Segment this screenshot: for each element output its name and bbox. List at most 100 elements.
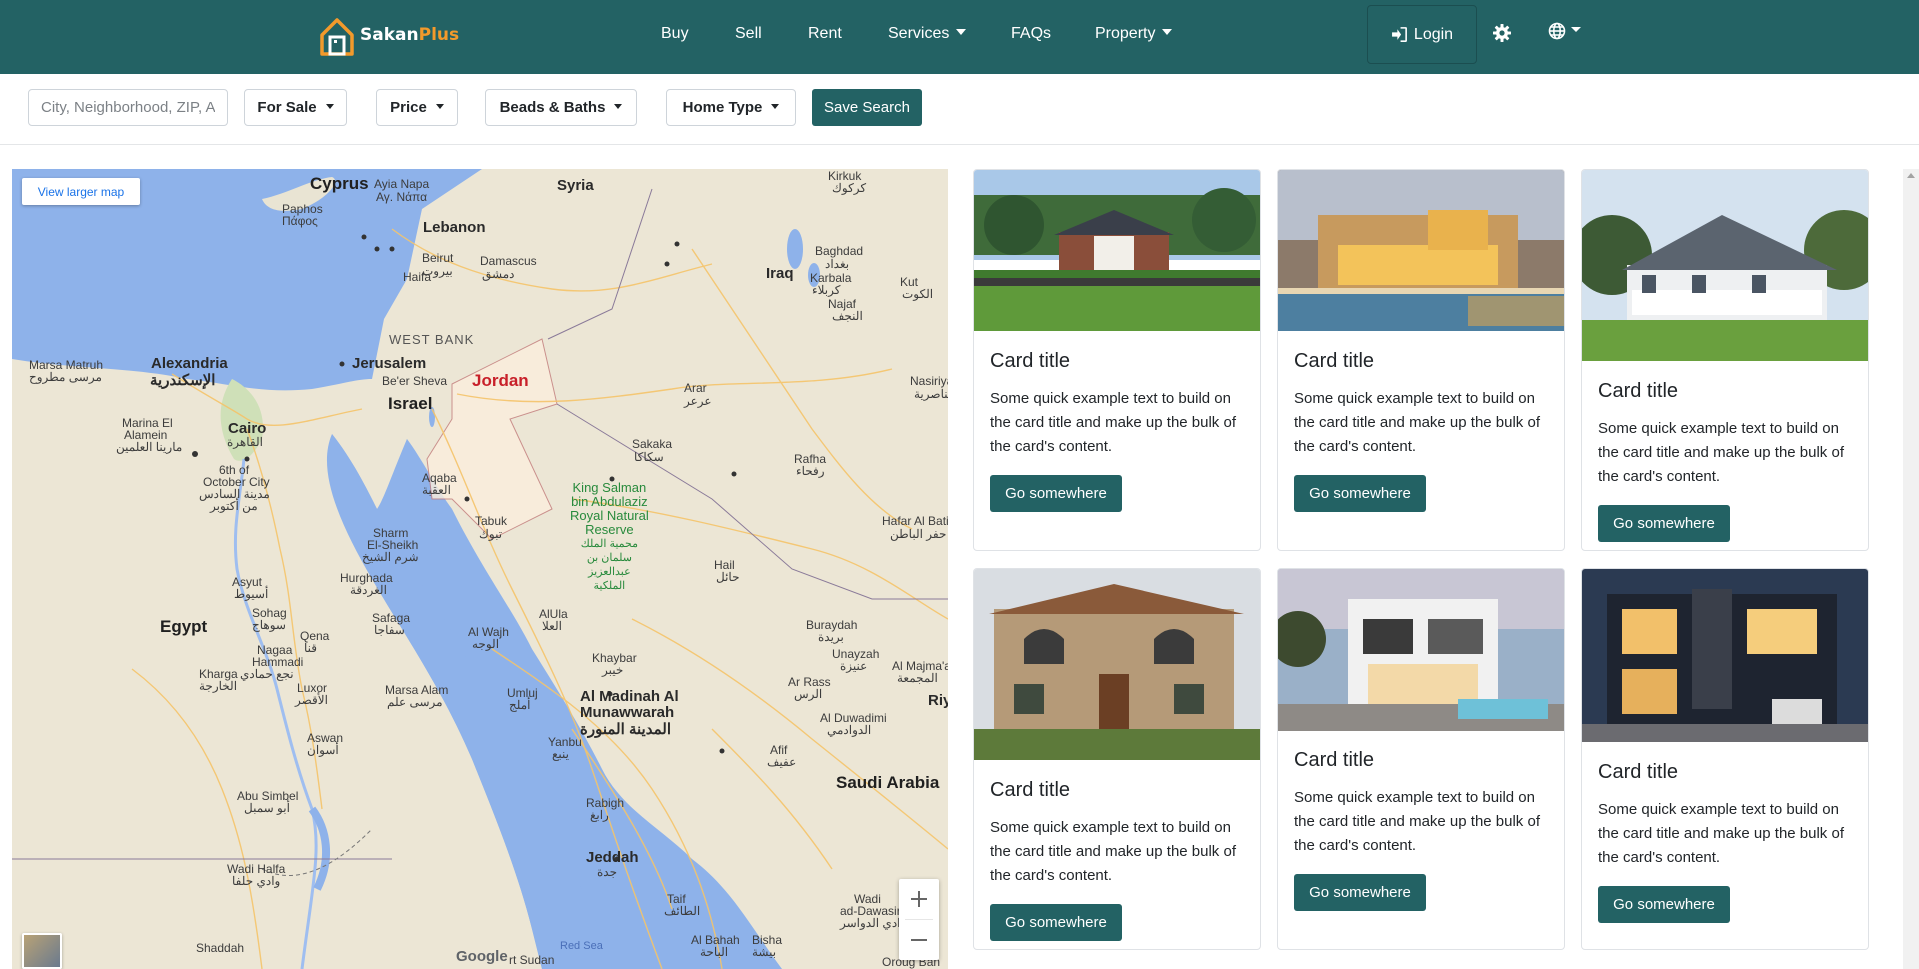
map-label-umluj-ar: أملج xyxy=(509,698,531,712)
map-label-jeddah: Jeddah xyxy=(586,849,639,866)
map-label-red-sea: Red Sea xyxy=(560,940,603,952)
card-title: Card title xyxy=(1294,350,1375,372)
nav-faqs[interactable]: FAQs xyxy=(1011,25,1051,43)
beds-baths-dropdown[interactable]: Beads & Baths xyxy=(485,89,637,126)
map-label-ayia-napa: Ayia Napa xyxy=(374,177,430,191)
map-label-baghdad-ar: بغداد xyxy=(825,257,850,271)
map-label-al-majmaah-ar: المجمعة xyxy=(897,671,938,685)
location-search-input[interactable] xyxy=(28,89,228,126)
nav-buy[interactable]: Buy xyxy=(661,25,689,43)
card-text: Some quick example text to build on the … xyxy=(1598,420,1844,485)
map-label-safaga-ar: سفاجا xyxy=(374,623,405,637)
map-label-asyut-ar: أسيوط xyxy=(234,587,269,601)
chevron-down-icon xyxy=(325,103,334,109)
map-label-alula-ar: العلا xyxy=(542,619,562,633)
map-label-marsa-alam-ar: مرسى علم xyxy=(387,695,443,709)
nav-property[interactable]: Property xyxy=(1095,25,1173,43)
map-label-ks3: Royal Natural xyxy=(570,508,649,523)
property-card: Card title Some quick example text to bu… xyxy=(1581,568,1869,950)
map-label-ar-rass-ar: الرس xyxy=(794,687,823,701)
map-label-lebanon: Lebanon xyxy=(423,219,486,236)
map-label-shaddah: Shaddah xyxy=(196,941,245,955)
house-logo-icon xyxy=(320,18,354,56)
home-type-dropdown[interactable]: Home Type xyxy=(666,89,796,126)
page-scrollbar[interactable] xyxy=(1903,169,1919,969)
card-title: Card title xyxy=(990,779,1071,801)
map-label-marsa-matruh-ar: مرسى مطروح xyxy=(29,370,102,384)
go-somewhere-button[interactable]: Go somewhere xyxy=(990,904,1122,941)
map-label-egypt: Egypt xyxy=(160,617,208,636)
map-label-kut-ar: الكوت xyxy=(902,287,934,301)
map-label-yanbu-ar: ينبع xyxy=(552,747,569,761)
view-larger-map-link[interactable]: View larger map xyxy=(22,178,140,205)
brand-logo[interactable]: SakanPlus xyxy=(316,12,459,58)
zoom-in-button[interactable] xyxy=(899,879,939,919)
map-label-buraydah-ar: بريدة xyxy=(818,630,844,644)
map-label-ayia-napa-gr: Αγ. Νάπα xyxy=(376,190,428,204)
map-label-afif-ar: عفيف xyxy=(767,755,797,769)
map-label-al-wajh-ar: الوجه xyxy=(472,637,500,651)
scroll-up-arrow-icon[interactable] xyxy=(1907,173,1915,178)
map-label-beirut: Beirut xyxy=(422,251,454,265)
chevron-down-icon xyxy=(956,29,967,36)
map-label-jeddah-ar: جدة xyxy=(597,865,618,879)
property-image xyxy=(1278,170,1564,331)
map-label-al-bahah-ar: الباحة xyxy=(700,945,729,959)
map-label-karbala-ar: كربلاء xyxy=(812,283,841,297)
map-label-arar-ar: عرعر xyxy=(684,394,712,408)
map-label-al-madinah: Al Madinah Al xyxy=(580,688,679,705)
language-dropdown[interactable] xyxy=(1548,22,1581,40)
go-somewhere-button[interactable]: Go somewhere xyxy=(990,475,1122,512)
card-title: Card title xyxy=(1598,761,1679,783)
map-label-riy: Riy xyxy=(928,692,948,709)
beds-baths-label: Beads & Baths xyxy=(499,99,606,116)
map-label-syria: Syria xyxy=(557,177,594,194)
property-image xyxy=(1278,569,1564,731)
embedded-map[interactable]: Cyprus Ayia Napa Αγ. Νάπα Paphos Πάφος S… xyxy=(12,169,948,969)
nav-sell[interactable]: Sell xyxy=(735,25,762,43)
map-label-nasiriya-ar: الناصرية xyxy=(914,387,948,401)
property-card: Card title Some quick example text to bu… xyxy=(1277,169,1565,551)
card-text: Some quick example text to build on the … xyxy=(1294,390,1540,455)
card-body: Card title Some quick example text to bu… xyxy=(1294,749,1554,911)
login-button[interactable]: Login xyxy=(1367,5,1477,64)
login-label: Login xyxy=(1413,25,1454,43)
map-layer-toggle[interactable] xyxy=(22,933,62,969)
go-somewhere-button[interactable]: Go somewhere xyxy=(1294,475,1426,512)
map-label-nagaa-ar: نجع حمادي xyxy=(240,667,294,681)
map-label-jerusalem: Jerusalem xyxy=(352,355,427,372)
map-label-aswan-ar: أسوان xyxy=(307,743,339,757)
card-text: Some quick example text to build on the … xyxy=(990,390,1236,455)
top-navbar: SakanPlus Buy Sell Rent Services FAQs Pr… xyxy=(0,0,1919,74)
map-label-king-salman-reserve: King Salman bin Abdulaziz Royal Natural … xyxy=(570,481,649,593)
gear-icon[interactable] xyxy=(1492,23,1512,43)
property-card: Card title Some quick example text to bu… xyxy=(1277,568,1565,950)
go-somewhere-button[interactable]: Go somewhere xyxy=(1598,505,1730,542)
map-label-west-bank: WEST BANK xyxy=(389,332,475,347)
card-title: Card title xyxy=(990,350,1071,372)
nav-services-label: Services xyxy=(888,25,950,42)
go-somewhere-button[interactable]: Go somewhere xyxy=(1294,874,1426,911)
map-label-paphos-gr: Πάφος xyxy=(282,214,318,228)
map-label-luxor-ar: الأقصر xyxy=(295,693,328,707)
chevron-down-icon xyxy=(435,103,444,109)
nav-rent[interactable]: Rent xyxy=(808,25,842,43)
property-card: Card title Some quick example text to bu… xyxy=(973,169,1261,551)
map-label-israel: Israel xyxy=(388,394,433,413)
chevron-down-icon xyxy=(614,103,623,109)
price-dropdown[interactable]: Price xyxy=(376,89,458,126)
card-body: Card title Some quick example text to bu… xyxy=(1598,380,1858,542)
map-label-ks2: bin Abdulaziz xyxy=(571,494,648,509)
map-label-ks-ar4: الملكية xyxy=(593,580,626,592)
map-label-munawwarah: Munawwarah xyxy=(580,704,675,721)
card-body: Card title Some quick example text to bu… xyxy=(990,350,1250,512)
map-label-october-ar2: من أكتوبر xyxy=(210,499,258,513)
nav-services[interactable]: Services xyxy=(888,25,967,43)
map-label-al-madinah-ar: المدينة المنورة xyxy=(580,721,671,738)
for-sale-dropdown[interactable]: For Sale xyxy=(244,89,347,126)
go-somewhere-button[interactable]: Go somewhere xyxy=(1598,886,1730,923)
map-label-najaf-ar: النجف xyxy=(832,309,863,323)
save-search-button[interactable]: Save Search xyxy=(812,89,922,126)
zoom-out-button[interactable] xyxy=(899,920,939,960)
chevron-down-icon xyxy=(1162,29,1173,36)
